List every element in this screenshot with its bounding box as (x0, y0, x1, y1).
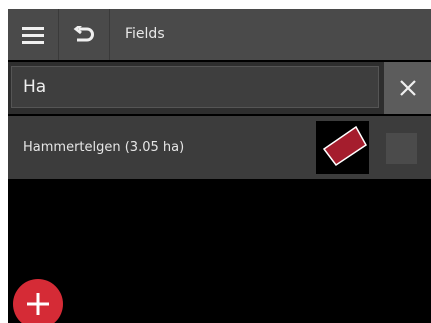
field-name-label: Hammertelgen (3.05 ha) (23, 140, 185, 155)
plus-icon (27, 293, 49, 315)
search-input[interactable]: Ha (11, 66, 379, 108)
toolbar-divider (109, 9, 110, 60)
field-shape-icon (322, 125, 367, 167)
back-button[interactable] (59, 9, 109, 60)
fields-app: Fields Ha Hammertelgen (3.05 ha) (8, 9, 431, 323)
close-icon (399, 80, 416, 96)
search-bar: Ha (8, 62, 431, 114)
menu-button[interactable] (8, 9, 58, 60)
top-bar: Fields (8, 9, 431, 60)
page-title: Fields (125, 26, 165, 42)
field-list-item[interactable]: Hammertelgen (3.05 ha) (8, 116, 431, 179)
field-select-checkbox[interactable] (386, 133, 417, 164)
back-arrow-icon (73, 25, 94, 41)
clear-search-button[interactable] (384, 62, 431, 114)
hamburger-menu-icon (22, 26, 44, 44)
add-field-button[interactable] (13, 279, 63, 323)
field-thumbnail (316, 121, 369, 174)
